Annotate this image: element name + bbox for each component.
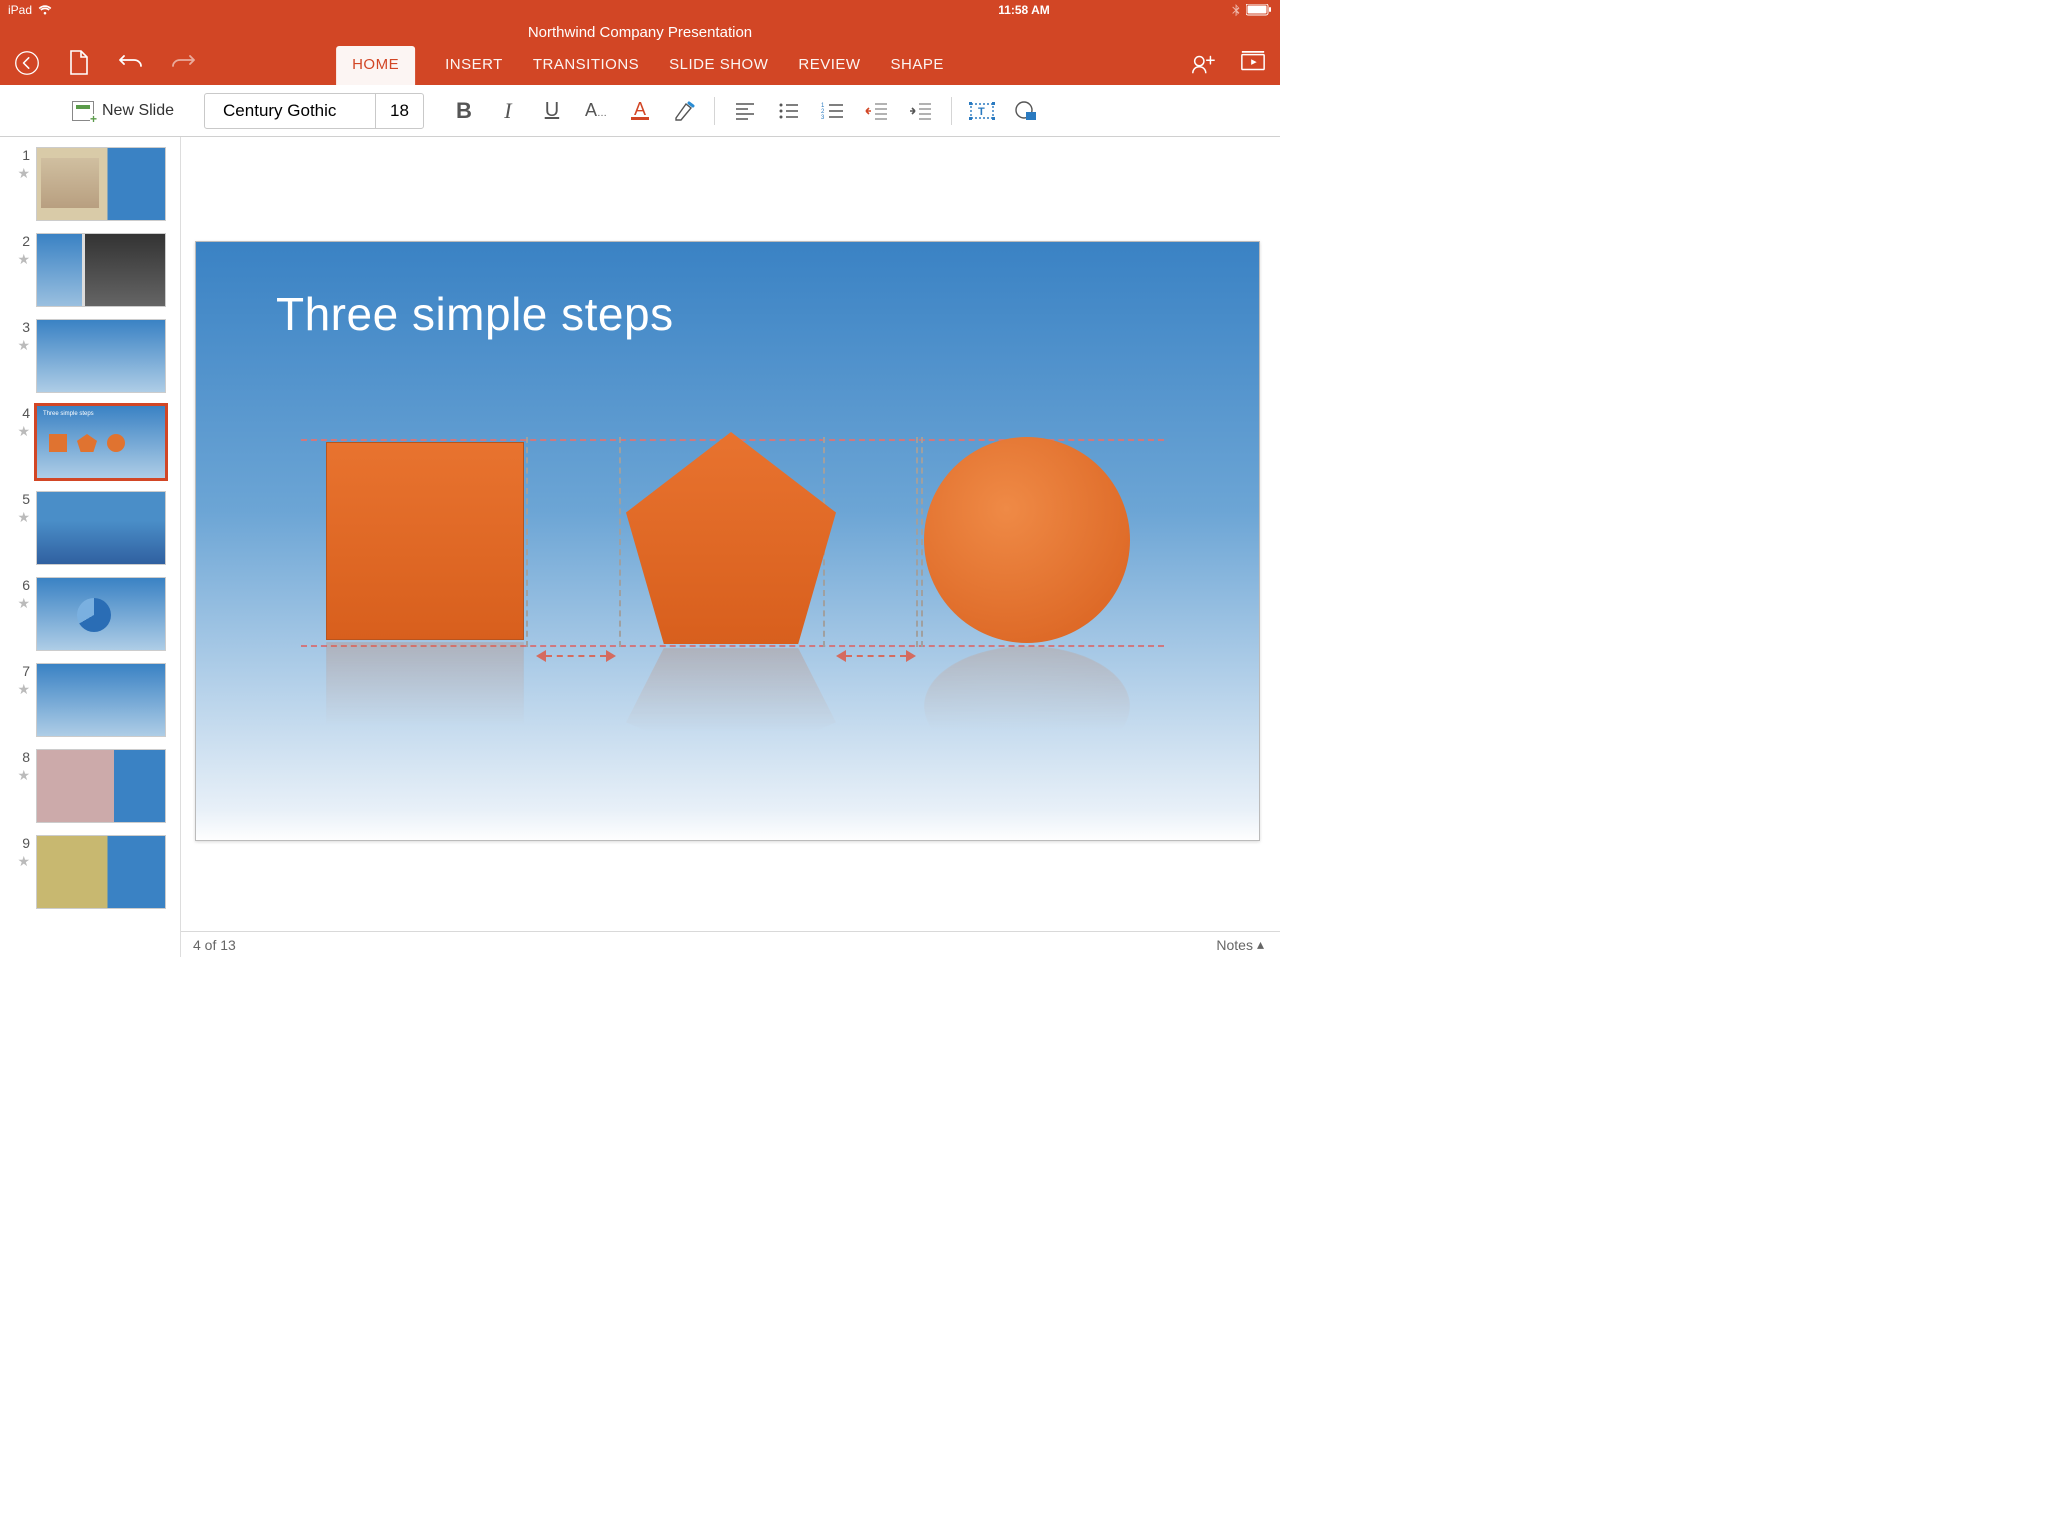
highlight-button[interactable] bbox=[662, 89, 706, 133]
tab-home[interactable]: HOME bbox=[336, 46, 415, 85]
thumb-number: 9 bbox=[22, 835, 30, 851]
font-color-button[interactable]: A bbox=[618, 89, 662, 133]
slide-canvas[interactable]: Three simple steps bbox=[195, 241, 1260, 841]
slide-thumbnail-9[interactable] bbox=[36, 835, 166, 909]
clock: 11:58 AM bbox=[998, 3, 1050, 17]
decrease-indent-button[interactable] bbox=[855, 89, 899, 133]
thumb-shapes bbox=[49, 434, 125, 452]
document-title: Northwind Company Presentation bbox=[0, 20, 1280, 41]
font-picker[interactable]: Century Gothic 18 bbox=[204, 93, 424, 129]
device-label: iPad bbox=[8, 3, 32, 17]
slide-thumbnail-4[interactable]: Three simple steps bbox=[36, 405, 166, 479]
shape-pentagon-reflection bbox=[626, 648, 836, 768]
increase-indent-button[interactable] bbox=[899, 89, 943, 133]
new-slide-button[interactable]: New Slide bbox=[60, 95, 186, 127]
tab-slideshow[interactable]: SLIDE SHOW bbox=[669, 46, 768, 85]
star-icon: ★ bbox=[17, 251, 30, 268]
font-size-field[interactable]: 18 bbox=[375, 94, 423, 128]
wifi-icon bbox=[38, 5, 52, 15]
alignment-guide-box-2 bbox=[823, 437, 918, 647]
new-slide-label: New Slide bbox=[102, 102, 174, 120]
slide-canvas-area: Three simple steps 4 of 13 bbox=[181, 137, 1280, 957]
star-icon: ★ bbox=[17, 337, 30, 354]
battery-icon bbox=[1246, 4, 1272, 16]
star-icon: ★ bbox=[17, 767, 30, 784]
slide-thumbnails-panel[interactable]: 1 ★ 2 ★ 3 ★ 4 ★ Three simple steps bbox=[0, 137, 181, 957]
star-icon: ★ bbox=[17, 595, 30, 612]
slide-thumbnail-2[interactable] bbox=[36, 233, 166, 307]
tab-review[interactable]: REVIEW bbox=[798, 46, 860, 85]
thumb-number: 5 bbox=[22, 491, 30, 507]
shapes-button[interactable] bbox=[1004, 89, 1048, 133]
slide-thumbnail-6[interactable] bbox=[36, 577, 166, 651]
thumb-number: 3 bbox=[22, 319, 30, 335]
undo-button[interactable] bbox=[118, 50, 144, 76]
file-button[interactable] bbox=[66, 50, 92, 76]
font-format-button[interactable]: A… bbox=[574, 89, 618, 133]
thumb-number: 6 bbox=[22, 577, 30, 593]
underline-button[interactable]: U bbox=[530, 89, 574, 133]
svg-text:T: T bbox=[978, 106, 985, 118]
thumb-number: 4 bbox=[22, 405, 30, 421]
align-button[interactable] bbox=[723, 89, 767, 133]
shape-pentagon[interactable] bbox=[626, 432, 836, 644]
thumb-number: 7 bbox=[22, 663, 30, 679]
alignment-guide-box-1 bbox=[526, 437, 621, 647]
slide-thumbnail-7[interactable] bbox=[36, 663, 166, 737]
chevron-up-icon: ▴ bbox=[1257, 936, 1264, 953]
ribbon-home: New Slide Century Gothic 18 B I U A… A 1… bbox=[0, 85, 1280, 137]
star-icon: ★ bbox=[17, 853, 30, 870]
spacing-arrow-1 bbox=[536, 650, 616, 664]
slide-thumbnail-8[interactable] bbox=[36, 749, 166, 823]
tab-transitions[interactable]: TRANSITIONS bbox=[533, 46, 639, 85]
slide-thumbnail-1[interactable] bbox=[36, 147, 166, 221]
textbox-button[interactable]: T bbox=[960, 89, 1004, 133]
slide-thumbnail-5[interactable] bbox=[36, 491, 166, 565]
thumb-number: 1 bbox=[22, 147, 30, 163]
thumb-number: 8 bbox=[22, 749, 30, 765]
shape-circle-reflection bbox=[924, 646, 1130, 766]
thumb-number: 2 bbox=[22, 233, 30, 249]
bold-button[interactable]: B bbox=[442, 89, 486, 133]
tab-insert[interactable]: INSERT bbox=[445, 46, 503, 85]
ribbon-tabs: HOME INSERT TRANSITIONS SLIDE SHOW REVIE… bbox=[336, 41, 944, 85]
redo-button[interactable] bbox=[170, 50, 196, 76]
tab-shape[interactable]: SHAPE bbox=[891, 46, 944, 85]
spacing-arrow-2 bbox=[836, 650, 916, 664]
new-slide-icon bbox=[72, 101, 94, 121]
thumb-title: Three simple steps bbox=[43, 411, 94, 417]
back-button[interactable] bbox=[14, 50, 40, 76]
bullets-button[interactable] bbox=[767, 89, 811, 133]
italic-button[interactable]: I bbox=[486, 89, 530, 133]
svg-text:3: 3 bbox=[821, 115, 825, 120]
slide-position-label: 4 of 13 bbox=[193, 937, 236, 953]
shape-circle[interactable] bbox=[924, 437, 1130, 643]
share-button[interactable] bbox=[1190, 50, 1216, 76]
shape-square-reflection bbox=[326, 642, 524, 762]
status-bar-bottom: 4 of 13 Notes ▴ bbox=[181, 931, 1280, 957]
bluetooth-icon bbox=[1232, 4, 1240, 17]
numbering-button[interactable]: 123 bbox=[811, 89, 855, 133]
star-icon: ★ bbox=[17, 509, 30, 526]
notes-toggle-button[interactable]: Notes ▴ bbox=[1216, 936, 1264, 953]
app-header: Northwind Company Presentation HOME INSE… bbox=[0, 20, 1280, 85]
font-name-field[interactable]: Century Gothic bbox=[205, 94, 375, 128]
star-icon: ★ bbox=[17, 165, 30, 182]
shape-square[interactable] bbox=[326, 442, 524, 640]
slide-thumbnail-3[interactable] bbox=[36, 319, 166, 393]
notes-label: Notes bbox=[1216, 937, 1253, 953]
ios-status-bar: iPad 11:58 AM bbox=[0, 0, 1280, 20]
slide-title-text[interactable]: Three simple steps bbox=[276, 287, 674, 341]
star-icon: ★ bbox=[17, 681, 30, 698]
star-icon: ★ bbox=[17, 423, 30, 440]
present-button[interactable] bbox=[1240, 50, 1266, 76]
